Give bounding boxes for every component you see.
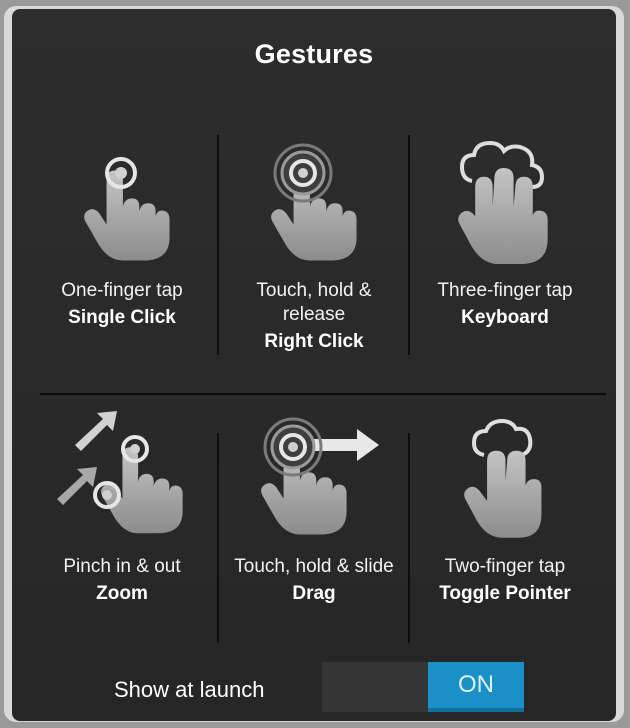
gesture-description: Touch, hold & release	[219, 279, 409, 327]
gesture-action: Drag	[292, 583, 336, 604]
description-line: Touch, hold &	[256, 280, 372, 301]
description-line: release	[282, 304, 346, 325]
row-divider	[40, 393, 606, 395]
two-finger-tap-icon	[410, 415, 600, 550]
gesture-description: Pinch in & out	[63, 556, 181, 577]
dialog-frame: Gestures One-finger tap Single Click Tou…	[4, 6, 624, 722]
gesture-action: Zoom	[96, 583, 148, 604]
gestures-dialog: Gestures One-finger tap Single Click Tou…	[12, 9, 616, 721]
show-at-launch-toggle[interactable]: ON	[322, 662, 524, 712]
gesture-description: Three-finger tap	[437, 280, 573, 301]
gesture-description: Two-finger tap	[444, 556, 566, 577]
toggle-on-knob[interactable]: ON	[428, 662, 524, 712]
dialog-title: Gestures	[254, 39, 374, 69]
gesture-description: Touch, hold & slide	[234, 556, 394, 577]
show-at-launch-label: Show at launch	[114, 677, 265, 702]
pinch-icon	[27, 407, 217, 542]
touch-hold-slide-icon	[219, 413, 409, 548]
touch-hold-release-icon	[219, 139, 409, 274]
gesture-description: One-finger tap	[61, 280, 183, 301]
three-finger-tap-icon	[410, 137, 600, 272]
gesture-action: Single Click	[68, 307, 176, 328]
gesture-action: Keyboard	[461, 307, 549, 328]
gesture-action: Toggle Pointer	[439, 583, 571, 604]
one-finger-tap-icon	[27, 139, 217, 274]
gesture-action: Right Click	[264, 331, 364, 352]
